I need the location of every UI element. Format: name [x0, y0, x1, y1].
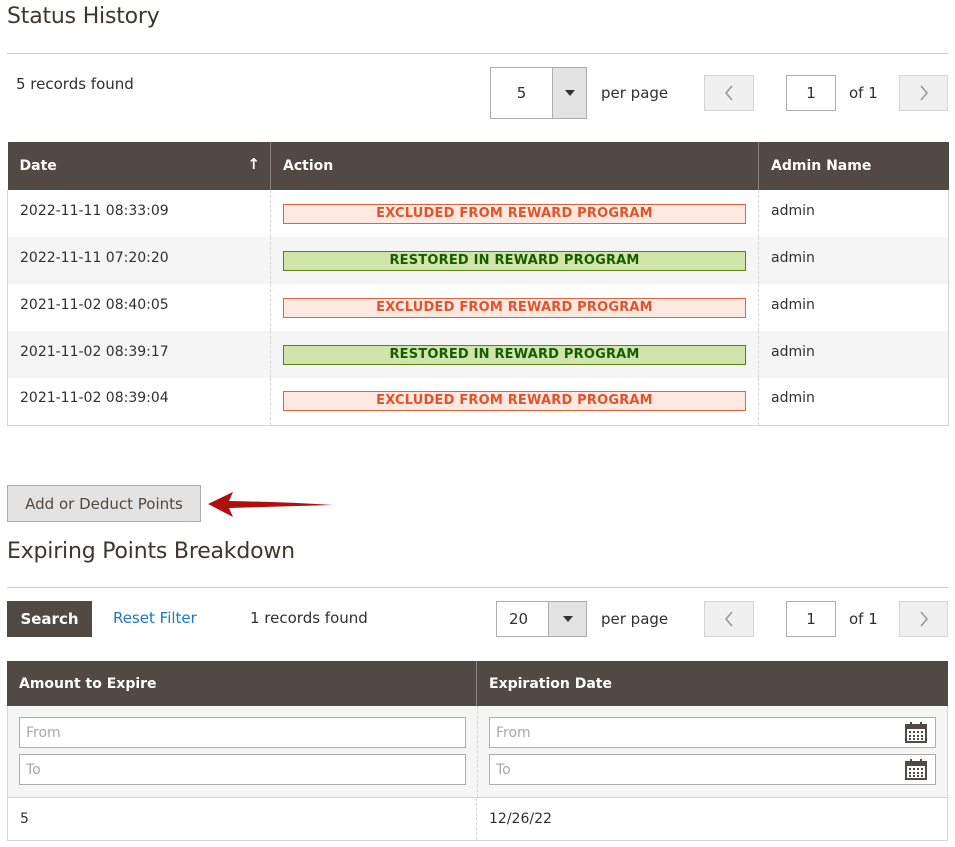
column-header-date[interactable]: Date ↑: [7, 142, 271, 190]
page-number-input[interactable]: 1: [786, 601, 836, 637]
reset-filter-link[interactable]: Reset Filter: [113, 609, 197, 627]
admin-cell: admin: [758, 331, 949, 378]
column-header-label: Admin Name: [771, 158, 872, 174]
page-number-input[interactable]: 1: [786, 75, 836, 111]
amount-from-input[interactable]: From: [19, 717, 466, 748]
next-page-button[interactable]: [899, 75, 948, 111]
status-history-title: Status History: [7, 4, 160, 29]
status-badge: EXCLUDED FROM REWARD PROGRAM: [283, 203, 746, 224]
action-cell: EXCLUDED FROM REWARD PROGRAM: [270, 190, 759, 237]
expiring-table-header: Amount to Expire Expiration Date: [7, 661, 948, 706]
sort-up-arrow-icon: ↑: [247, 155, 260, 173]
status-badge: EXCLUDED FROM REWARD PROGRAM: [283, 297, 746, 318]
per-page-toggle[interactable]: [552, 68, 586, 118]
status-history-table: Date ↑ Action Admin Name 2022-11-11 08:33…: [7, 142, 949, 426]
records-found: 5 records found: [16, 75, 134, 93]
action-cell: EXCLUDED FROM REWARD PROGRAM: [270, 378, 759, 426]
table-row: 2021-11-02 08:39:17 RESTORED IN REWARD P…: [7, 331, 949, 378]
date-cell: 2021-11-02 08:39:17: [7, 331, 271, 378]
divider: [7, 53, 948, 54]
date-from-input[interactable]: From: [489, 717, 936, 748]
chevron-right-icon: [919, 85, 928, 101]
date-cell: 2022-11-11 07:20:20: [7, 237, 271, 284]
chevron-left-icon: [724, 85, 733, 101]
page-total-label: of 1: [849, 84, 878, 102]
divider: [7, 587, 948, 588]
admin-cell: admin: [758, 284, 949, 331]
table-row: 5 12/26/22: [7, 797, 948, 841]
date-cell: 2021-11-02 08:39:04: [7, 378, 271, 426]
per-page-select[interactable]: 20: [496, 601, 587, 637]
filter-row: From To From To: [7, 706, 948, 797]
chevron-down-icon: [562, 616, 573, 622]
per-page-select[interactable]: 5: [490, 67, 587, 119]
table-row: 2021-11-02 08:40:05 EXCLUDED FROM REWARD…: [7, 284, 949, 331]
search-button[interactable]: Search: [7, 601, 92, 637]
date-cell: 2022-11-11 08:33:09: [7, 190, 271, 237]
per-page-label: per page: [601, 610, 669, 628]
action-cell: RESTORED IN REWARD PROGRAM: [270, 237, 759, 284]
column-header-admin-name[interactable]: Admin Name: [758, 142, 949, 190]
column-header-amount-to-expire[interactable]: Amount to Expire: [7, 661, 477, 706]
action-cell: EXCLUDED FROM REWARD PROGRAM: [270, 284, 759, 331]
column-divider: [477, 706, 478, 797]
records-found: 1 records found: [250, 609, 368, 627]
calendar-icon[interactable]: [905, 722, 927, 743]
per-page-label: per page: [601, 84, 669, 102]
red-arrow-annotation: [208, 492, 333, 517]
prev-page-button[interactable]: [704, 601, 754, 637]
table-row: 2022-11-11 07:20:20 RESTORED IN REWARD P…: [7, 237, 949, 284]
column-header-label: Date: [19, 158, 57, 174]
add-or-deduct-points-button[interactable]: Add or Deduct Points: [7, 485, 201, 522]
table-row: 2021-11-02 08:39:04 EXCLUDED FROM REWARD…: [7, 378, 949, 426]
admin-cell: admin: [758, 237, 949, 284]
date-cell: 2021-11-02 08:40:05: [7, 284, 271, 331]
action-cell: RESTORED IN REWARD PROGRAM: [270, 331, 759, 378]
date-to-input[interactable]: To: [489, 754, 936, 785]
next-page-button[interactable]: [899, 601, 948, 637]
expiring-points-title: Expiring Points Breakdown: [7, 539, 295, 564]
calendar-icon[interactable]: [905, 759, 927, 780]
page-total-label: of 1: [849, 610, 878, 628]
column-header-action[interactable]: Action: [270, 142, 759, 190]
status-badge: RESTORED IN REWARD PROGRAM: [283, 250, 746, 271]
prev-page-button[interactable]: [704, 75, 754, 111]
expiration-date-cell: 12/26/22: [489, 811, 552, 827]
date-to-placeholder: To: [496, 761, 511, 778]
per-page-value: 20: [509, 610, 529, 628]
admin-cell: admin: [758, 190, 949, 237]
admin-cell: admin: [758, 378, 949, 426]
status-badge: EXCLUDED FROM REWARD PROGRAM: [283, 391, 746, 412]
table-row: 2022-11-11 08:33:09 EXCLUDED FROM REWARD…: [7, 190, 949, 237]
chevron-down-icon: [564, 90, 575, 96]
chevron-right-icon: [919, 611, 928, 627]
per-page-toggle[interactable]: [548, 602, 586, 636]
date-from-placeholder: From: [496, 724, 531, 741]
column-header-label: Action: [283, 158, 334, 174]
status-badge: RESTORED IN REWARD PROGRAM: [283, 344, 746, 365]
per-page-value: 5: [516, 84, 527, 102]
chevron-left-icon: [724, 611, 733, 627]
amount-to-input[interactable]: To: [19, 754, 466, 785]
amount-cell: 5: [8, 798, 477, 840]
column-header-expiration-date[interactable]: Expiration Date: [477, 661, 948, 706]
